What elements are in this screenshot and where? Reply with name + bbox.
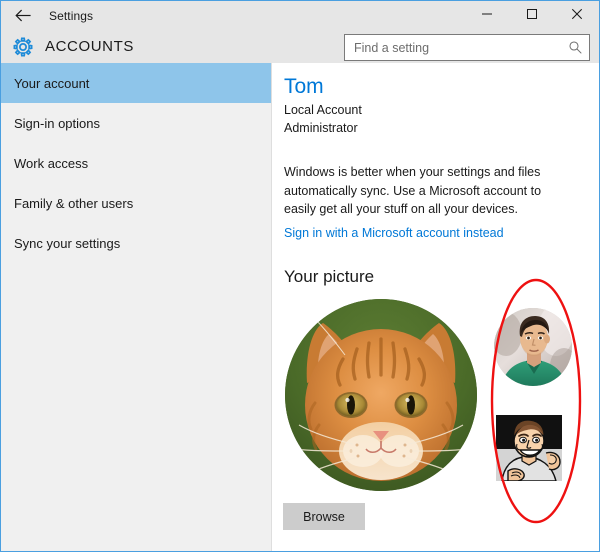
cartoon-man-illustration xyxy=(496,415,562,481)
sidebar-item-family-other-users[interactable]: Family & other users xyxy=(1,183,271,223)
sidebar-item-label: Sync your settings xyxy=(14,236,120,251)
content-pane: Tom Local Account Administrator Windows … xyxy=(272,63,599,552)
search-box[interactable] xyxy=(344,34,590,61)
back-button[interactable] xyxy=(1,1,45,30)
account-type: Local Account xyxy=(284,101,599,119)
account-name: Tom xyxy=(284,75,599,98)
close-icon xyxy=(571,7,583,25)
title-bar: Settings xyxy=(1,1,599,30)
sidebar-nav: Your account Sign-in options Work access… xyxy=(1,63,272,552)
gear-icon xyxy=(1,36,45,58)
sidebar-item-your-account[interactable]: Your account xyxy=(1,63,271,103)
sidebar-item-label: Sign-in options xyxy=(14,116,100,131)
account-role: Administrator xyxy=(284,119,599,137)
young-man-green-shirt-photo xyxy=(494,308,572,386)
browse-button[interactable]: Browse xyxy=(283,503,365,530)
search-icon[interactable] xyxy=(568,40,583,55)
close-button[interactable] xyxy=(554,1,599,30)
sidebar-item-sync-your-settings[interactable]: Sync your settings xyxy=(1,223,271,263)
sidebar-item-sign-in-options[interactable]: Sign-in options xyxy=(1,103,271,143)
sidebar-item-label: Work access xyxy=(14,156,88,171)
sync-description: Windows is better when your settings and… xyxy=(284,163,569,218)
page-title: ACCOUNTS xyxy=(45,38,134,55)
sidebar-item-label: Family & other users xyxy=(14,196,133,211)
back-arrow-icon xyxy=(15,9,32,22)
sidebar-item-work-access[interactable]: Work access xyxy=(1,143,271,183)
avatar-thumbnail-photo[interactable] xyxy=(494,308,572,386)
current-avatar xyxy=(285,299,477,491)
search-input[interactable] xyxy=(354,41,568,55)
orange-tabby-cat-photo xyxy=(285,299,477,491)
avatar-thumbnail-cartoon[interactable] xyxy=(496,415,562,481)
maximize-icon xyxy=(526,7,538,25)
maximize-button[interactable] xyxy=(509,1,554,30)
settings-window: Settings xyxy=(0,0,600,552)
body-container: Your account Sign-in options Work access… xyxy=(1,63,599,552)
sidebar-item-label: Your account xyxy=(14,76,89,91)
window-title: Settings xyxy=(49,9,93,23)
minimize-button[interactable] xyxy=(464,1,509,30)
your-picture-heading: Your picture xyxy=(284,267,599,287)
caption-button-group xyxy=(464,1,599,30)
minimize-icon xyxy=(481,7,493,25)
sign-in-microsoft-account-link[interactable]: Sign in with a Microsoft account instead xyxy=(284,226,504,240)
